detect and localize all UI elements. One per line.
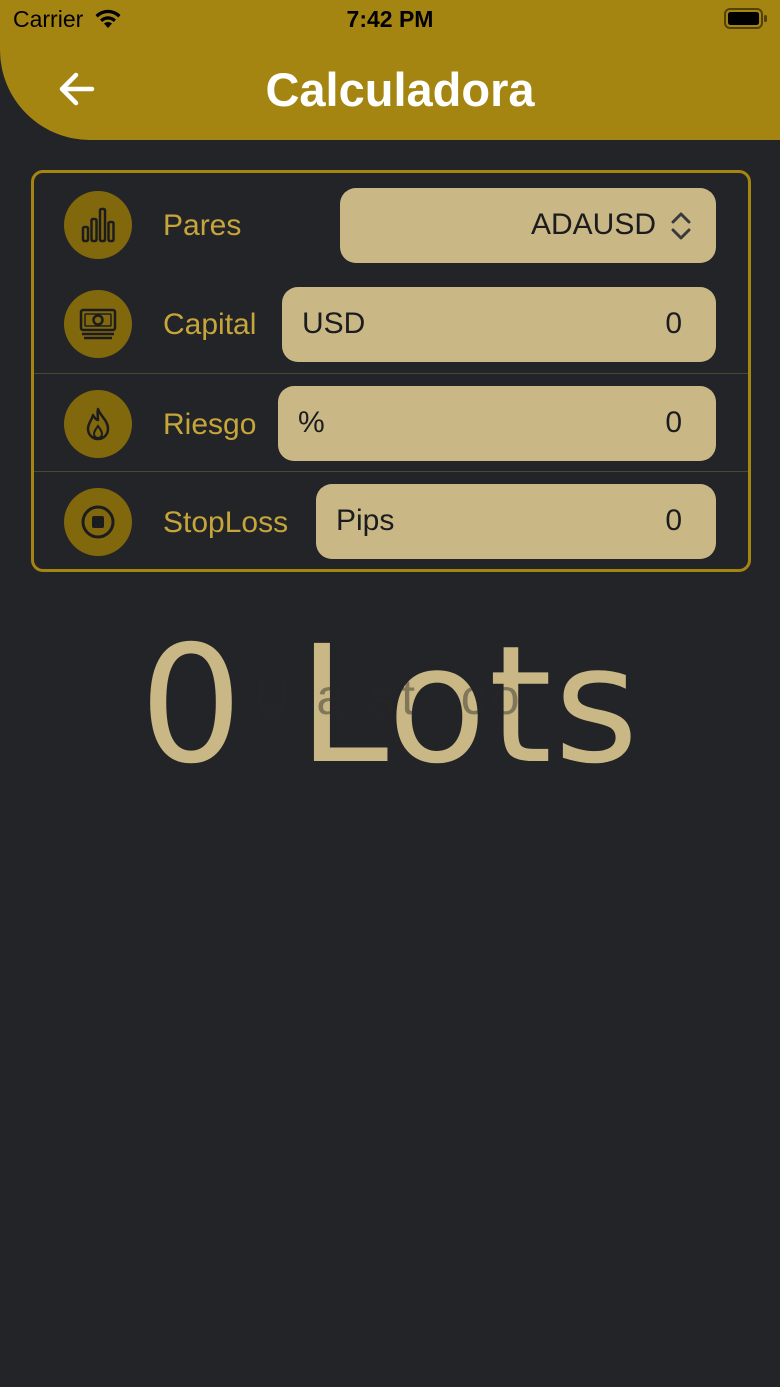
page-title: Calculadora [265,63,535,116]
pares-selected-value: ADAUSD [530,208,656,241]
stoploss-unit: Pips [336,504,395,537]
stop-icon [64,488,132,556]
capital-row: Capital USD 0 [34,275,748,374]
riesgo-input[interactable]: % 0 [278,386,716,461]
status-time: 7:42 PM [346,6,434,32]
stoploss-input[interactable]: Pips 0 [316,484,716,559]
stoploss-row: StopLoss Pips 0 [34,471,748,571]
stoploss-value: 0 [665,504,682,537]
watermark: U a st .co [254,669,526,725]
capital-value: 0 [665,307,682,340]
capital-unit: USD [302,307,366,340]
capital-input[interactable]: USD 0 [282,287,716,362]
riesgo-row: Riesgo % 0 [34,373,748,473]
flame-icon [64,390,132,458]
capital-label: Capital [163,308,257,341]
money-icon [64,290,132,358]
pares-label: Pares [163,209,242,242]
stoploss-label: StopLoss [163,506,289,539]
status-bar: Carrier 7:42 PM [0,0,780,40]
bar-chart-icon [64,191,132,259]
riesgo-unit: % [298,406,325,439]
riesgo-label: Riesgo [163,408,257,441]
calculator-form: Pares ADAUSD Capital USD 0 Riesgo % 0 St… [31,170,751,572]
pares-select[interactable]: ADAUSD [340,188,716,263]
battery-icon [724,8,768,35]
app-header: Carrier 7:42 PM Calculadora [0,0,780,140]
pares-row: Pares ADAUSD [34,176,748,275]
riesgo-value: 0 [665,406,682,439]
chevron-up-down-icon [670,212,692,248]
